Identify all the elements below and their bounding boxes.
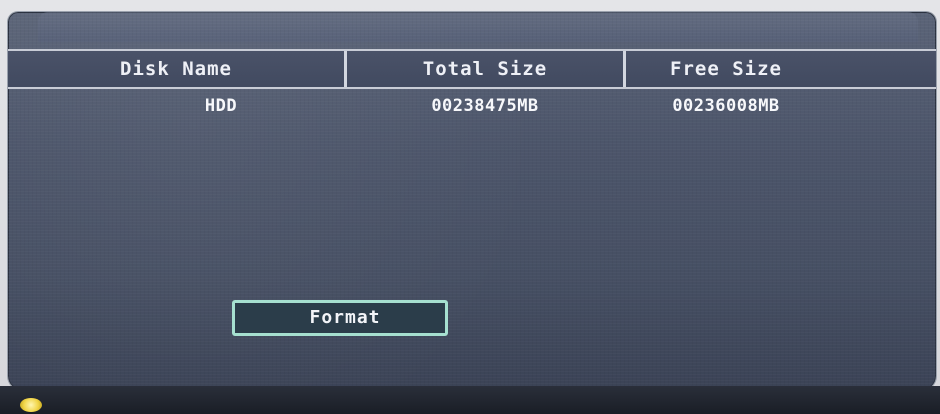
format-button-label: Format <box>309 307 381 328</box>
format-button[interactable]: Format <box>232 300 448 336</box>
monitor-screen: Disk Name Total Size Free Size HDD 00238… <box>0 0 940 414</box>
total-size-cell: 00238475MB <box>431 96 539 116</box>
monitor-bezel <box>0 386 940 414</box>
column-header-total-size: Total Size <box>422 58 548 80</box>
disk-table-header: Disk Name Total Size Free Size <box>8 49 936 89</box>
table-row[interactable]: HDD 00238475MB 00236008MB <box>8 89 936 119</box>
disk-table: Disk Name Total Size Free Size HDD 00238… <box>8 49 936 119</box>
free-size-cell: 00236008MB <box>672 96 780 116</box>
column-header-disk-name: Disk Name <box>120 58 232 80</box>
panel-title-bar <box>38 12 918 42</box>
hdd-management-panel: Disk Name Total Size Free Size HDD 00238… <box>8 12 936 390</box>
power-led-icon <box>20 398 42 412</box>
column-header-free-size: Free Size <box>670 58 782 80</box>
